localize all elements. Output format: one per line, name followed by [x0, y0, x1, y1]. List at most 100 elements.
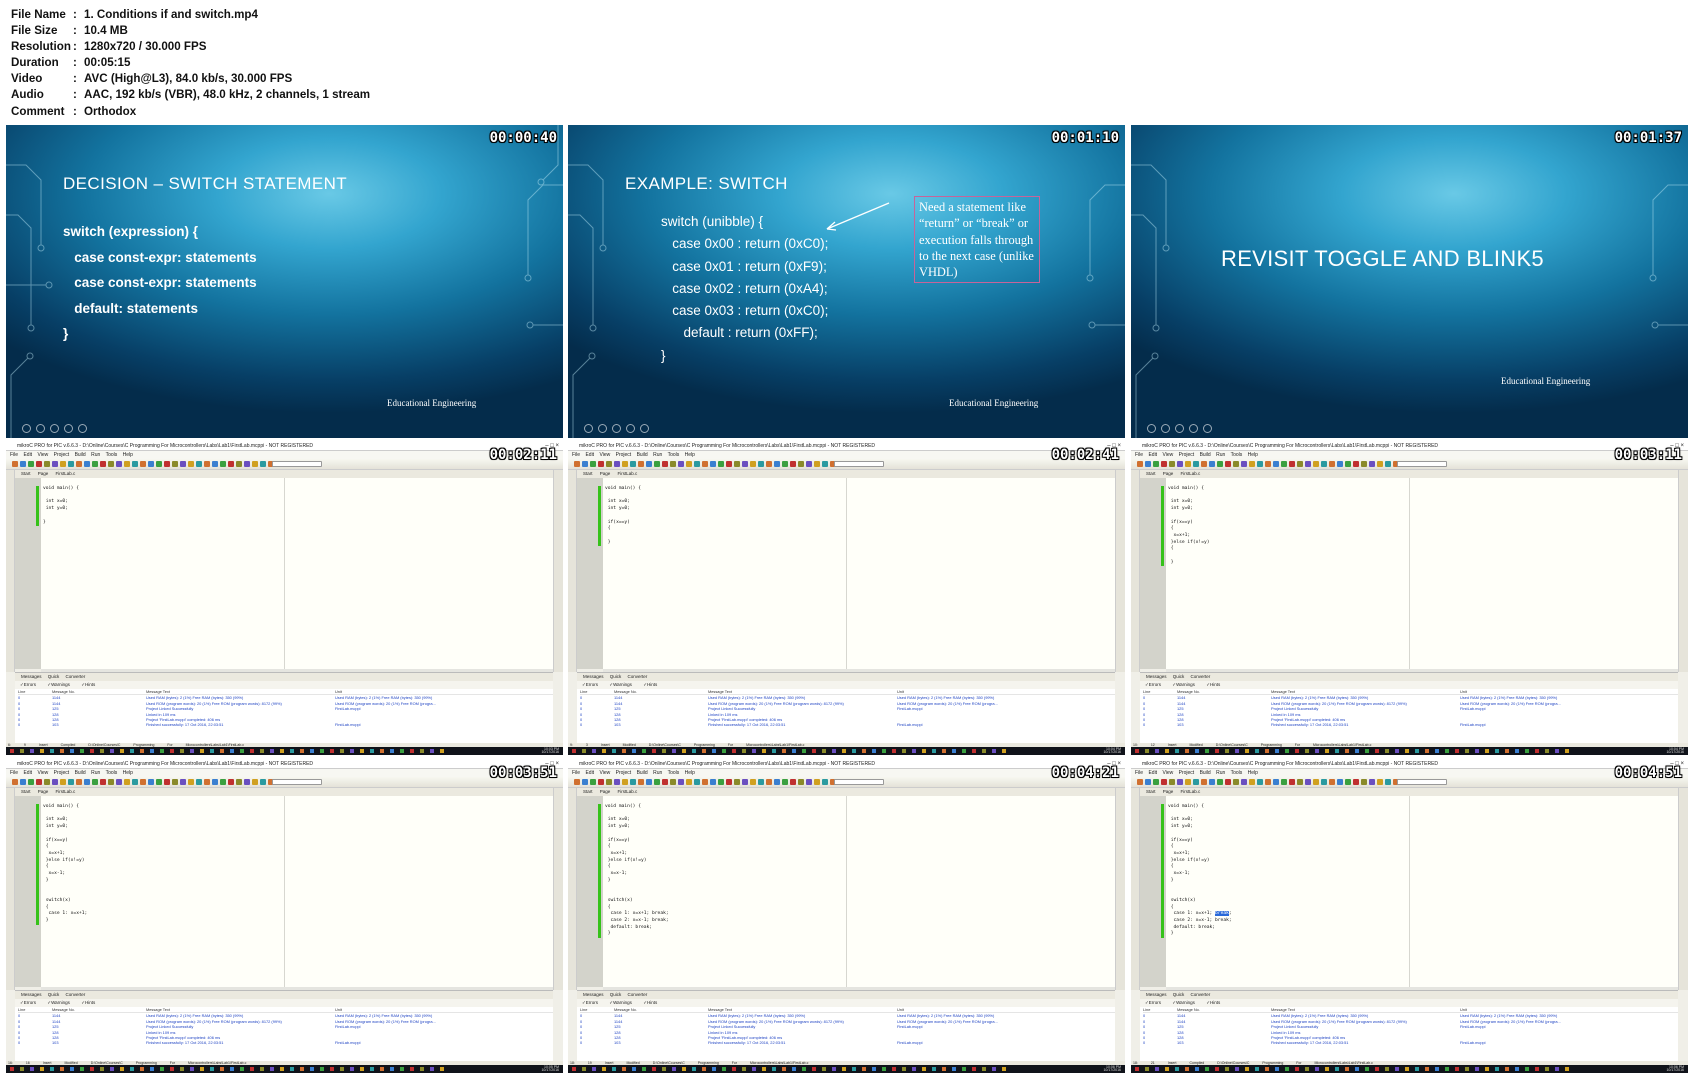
taskbar-icon[interactable] — [400, 1067, 404, 1071]
toolbar-icon[interactable] — [244, 461, 250, 467]
taskbar-icon[interactable] — [1275, 1067, 1279, 1071]
filter-checkbox[interactable]: ✓Warnings — [1172, 682, 1195, 687]
toolbar-icon[interactable] — [36, 779, 42, 785]
column-header[interactable]: Message No. — [614, 1007, 708, 1012]
taskbar-icon[interactable] — [992, 749, 996, 753]
taskbar-icon[interactable] — [1505, 1067, 1509, 1071]
taskbar-icon[interactable] — [1215, 749, 1219, 753]
toolbar-icon[interactable] — [734, 461, 740, 467]
messages-tab[interactable]: Messages — [21, 674, 42, 679]
toolbar-icon[interactable] — [1169, 461, 1175, 467]
thumbnail-ide-6[interactable]: mikroC PRO for PIC v.6.6.3 - D:\Online\C… — [1131, 760, 1688, 1073]
taskbar-icon[interactable] — [1285, 1067, 1289, 1071]
taskbar-icon[interactable] — [1135, 1067, 1139, 1071]
taskbar-icon[interactable] — [1475, 1067, 1479, 1071]
taskbar-icon[interactable] — [1555, 1067, 1559, 1071]
toolbar-icon[interactable] — [678, 779, 684, 785]
toolbar-icon[interactable] — [204, 779, 210, 785]
menu-item[interactable]: Project — [616, 770, 632, 776]
taskbar-icon[interactable] — [972, 1067, 976, 1071]
editor-tab[interactable]: Start Page — [583, 789, 610, 794]
toolbar-icon[interactable] — [590, 779, 596, 785]
column-header[interactable]: Message Text — [146, 1007, 335, 1012]
toolbar-icon[interactable] — [1217, 461, 1223, 467]
column-header[interactable]: Message No. — [52, 689, 146, 694]
menu-item[interactable]: Edit — [23, 452, 32, 458]
taskbar-icon[interactable] — [1235, 1067, 1239, 1071]
taskbar-icon[interactable] — [230, 749, 234, 753]
taskbar-icon[interactable] — [1245, 1067, 1249, 1071]
taskbar-icon[interactable] — [832, 749, 836, 753]
taskbar-icon[interactable] — [1002, 1067, 1006, 1071]
toolbar-icon[interactable] — [694, 779, 700, 785]
taskbar-icon[interactable] — [972, 749, 976, 753]
taskbar-icon[interactable] — [1425, 1067, 1429, 1071]
taskbar-icon[interactable] — [390, 1067, 394, 1071]
taskbar-icon[interactable] — [370, 1067, 374, 1071]
taskbar-icon[interactable] — [1515, 1067, 1519, 1071]
filter-checkbox[interactable]: ✓Hints — [643, 1000, 657, 1005]
toolbar-icon[interactable] — [622, 779, 628, 785]
taskbar-icon[interactable] — [1175, 1067, 1179, 1071]
column-header[interactable]: Message Text — [1271, 689, 1460, 694]
taskbar-icon[interactable] — [260, 1067, 264, 1071]
toolbar-icon[interactable] — [100, 779, 106, 785]
filter-checkbox[interactable]: ✓Errors — [1145, 1000, 1161, 1005]
taskbar-icon[interactable] — [410, 1067, 414, 1071]
toolbar-icon[interactable] — [1169, 779, 1175, 785]
taskbar-icon[interactable] — [290, 749, 294, 753]
menu-item[interactable]: View — [37, 452, 48, 458]
taskbar-icon[interactable] — [1495, 1067, 1499, 1071]
toolbar-icon[interactable] — [710, 461, 716, 467]
taskbar-icon[interactable] — [190, 1067, 194, 1071]
menu-item[interactable]: Build — [1200, 452, 1211, 458]
taskbar-icon[interactable] — [1175, 749, 1179, 753]
toolbar-icon[interactable] — [1201, 461, 1207, 467]
taskbar-icon[interactable] — [270, 749, 274, 753]
taskbar-icon[interactable] — [1225, 749, 1229, 753]
column-header[interactable]: Line — [18, 1007, 52, 1012]
taskbar-icon[interactable] — [882, 749, 886, 753]
taskbar-icon[interactable] — [110, 749, 114, 753]
taskbar-icon[interactable] — [1205, 749, 1209, 753]
taskbar-icon[interactable] — [1375, 1067, 1379, 1071]
toolbar-icon[interactable] — [116, 461, 122, 467]
taskbar-icon[interactable] — [1365, 749, 1369, 753]
editor-tab[interactable]: Start Page — [1146, 789, 1173, 794]
menu-item[interactable]: Tools — [1231, 770, 1243, 776]
taskbar-icon[interactable] — [40, 749, 44, 753]
taskbar-icon[interactable] — [772, 1067, 776, 1071]
menu-item[interactable]: Build — [637, 452, 648, 458]
taskbar-icon[interactable] — [130, 1067, 134, 1071]
taskbar-icon[interactable] — [1395, 749, 1399, 753]
taskbar-icon[interactable] — [982, 749, 986, 753]
taskbar-icon[interactable] — [932, 749, 936, 753]
taskbar-icon[interactable] — [872, 1067, 876, 1071]
taskbar-icon[interactable] — [110, 1067, 114, 1071]
taskbar-icon[interactable] — [1345, 1067, 1349, 1071]
toolbar-icon[interactable] — [1305, 779, 1311, 785]
taskbar-icon[interactable] — [410, 749, 414, 753]
taskbar-icon[interactable] — [340, 749, 344, 753]
column-header[interactable]: Message Text — [1271, 1007, 1460, 1012]
taskbar-icon[interactable] — [742, 1067, 746, 1071]
taskbar-icon[interactable] — [752, 749, 756, 753]
taskbar-icon[interactable] — [1465, 749, 1469, 753]
taskbar-icon[interactable] — [170, 749, 174, 753]
toolbar-icon[interactable] — [590, 461, 596, 467]
taskbar-icon[interactable] — [902, 749, 906, 753]
toolbar-icon[interactable] — [60, 779, 66, 785]
taskbar-icon[interactable] — [1355, 1067, 1359, 1071]
editor-tab[interactable]: FirstLab.c — [1181, 789, 1201, 794]
taskbar-icon[interactable] — [1135, 749, 1139, 753]
toolbar-icon[interactable] — [1377, 779, 1383, 785]
menu-item[interactable]: Build — [637, 770, 648, 776]
toolbar-icon[interactable] — [1273, 779, 1279, 785]
taskbar-icon[interactable] — [1325, 749, 1329, 753]
taskbar-icon[interactable] — [922, 749, 926, 753]
taskbar-icon[interactable] — [832, 1067, 836, 1071]
menu-item[interactable]: Run — [653, 452, 662, 458]
taskbar-icon[interactable] — [1405, 1067, 1409, 1071]
taskbar-icon[interactable] — [1435, 749, 1439, 753]
taskbar-icon[interactable] — [822, 1067, 826, 1071]
